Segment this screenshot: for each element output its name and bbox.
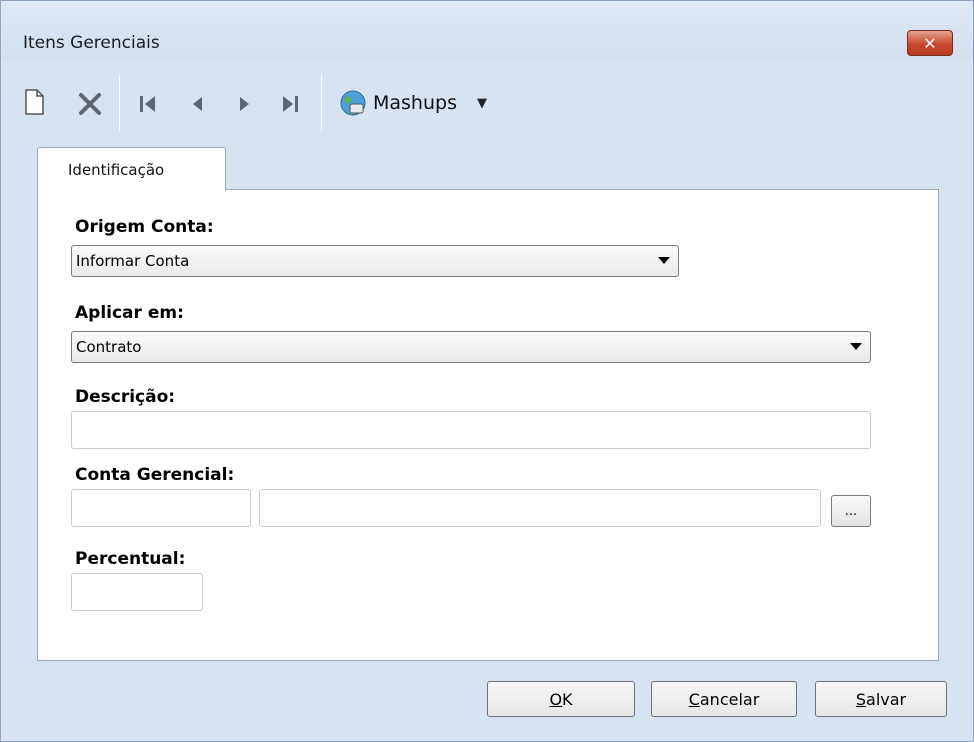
window-title: Itens Gerenciais	[23, 33, 160, 53]
origem-conta-value: Informar Conta	[76, 252, 190, 270]
dropdown-arrow-icon	[658, 257, 670, 264]
browse-label: ...	[844, 503, 858, 519]
salvar-button[interactable]: Salvar	[815, 681, 947, 717]
first-record-icon[interactable]	[137, 93, 159, 115]
dialog-window: Itens Gerenciais ✕ Mashups ▼ Identificaç…	[0, 0, 974, 742]
close-icon: ✕	[923, 33, 937, 53]
salvar-mnemonic: S	[855, 689, 867, 709]
descricao-label: Descrição:	[75, 387, 176, 407]
previous-record-icon[interactable]	[187, 93, 209, 115]
tab-label: Identificação	[68, 161, 165, 179]
percentual-label: Percentual:	[75, 549, 186, 569]
conta-gerencial-name-input[interactable]	[259, 489, 821, 527]
chevron-down-icon: ▼	[476, 95, 487, 111]
cancelar-mnemonic: C	[688, 689, 700, 709]
delete-icon[interactable]	[77, 91, 103, 117]
new-document-icon[interactable]	[23, 87, 47, 117]
ok-label: K	[562, 689, 573, 709]
mashups-dropdown-button[interactable]: Mashups ▼	[339, 87, 487, 119]
toolbar-separator	[321, 75, 322, 131]
conta-gerencial-browse-button[interactable]: ...	[831, 495, 871, 527]
ok-mnemonic: O	[549, 689, 563, 709]
next-record-icon[interactable]	[233, 93, 255, 115]
descricao-input[interactable]	[71, 411, 871, 449]
last-record-icon[interactable]	[279, 93, 301, 115]
dropdown-arrow-icon	[850, 343, 862, 350]
conta-gerencial-code-input[interactable]	[71, 489, 251, 527]
ok-button[interactable]: OK	[487, 681, 635, 717]
aplicar-em-select[interactable]: Contrato	[71, 331, 871, 363]
globe-icon	[340, 90, 366, 116]
title-bar[interactable]: Itens Gerenciais ✕	[1, 1, 973, 59]
cancelar-label: ancelar	[699, 689, 760, 709]
close-button[interactable]: ✕	[907, 30, 953, 56]
salvar-label: alvar	[866, 689, 907, 709]
cancelar-button[interactable]: Cancelar	[651, 681, 797, 717]
mashups-label: Mashups	[373, 92, 457, 114]
aplicar-em-label: Aplicar em:	[75, 303, 184, 323]
conta-gerencial-label: Conta Gerencial:	[75, 465, 235, 485]
origem-conta-select[interactable]: Informar Conta	[71, 245, 679, 277]
toolbar-separator	[119, 75, 120, 131]
aplicar-em-value: Contrato	[76, 338, 142, 356]
percentual-input[interactable]	[71, 573, 203, 611]
origem-conta-label: Origem Conta:	[75, 217, 214, 237]
tab-identificacao[interactable]: Identificação	[37, 147, 226, 191]
